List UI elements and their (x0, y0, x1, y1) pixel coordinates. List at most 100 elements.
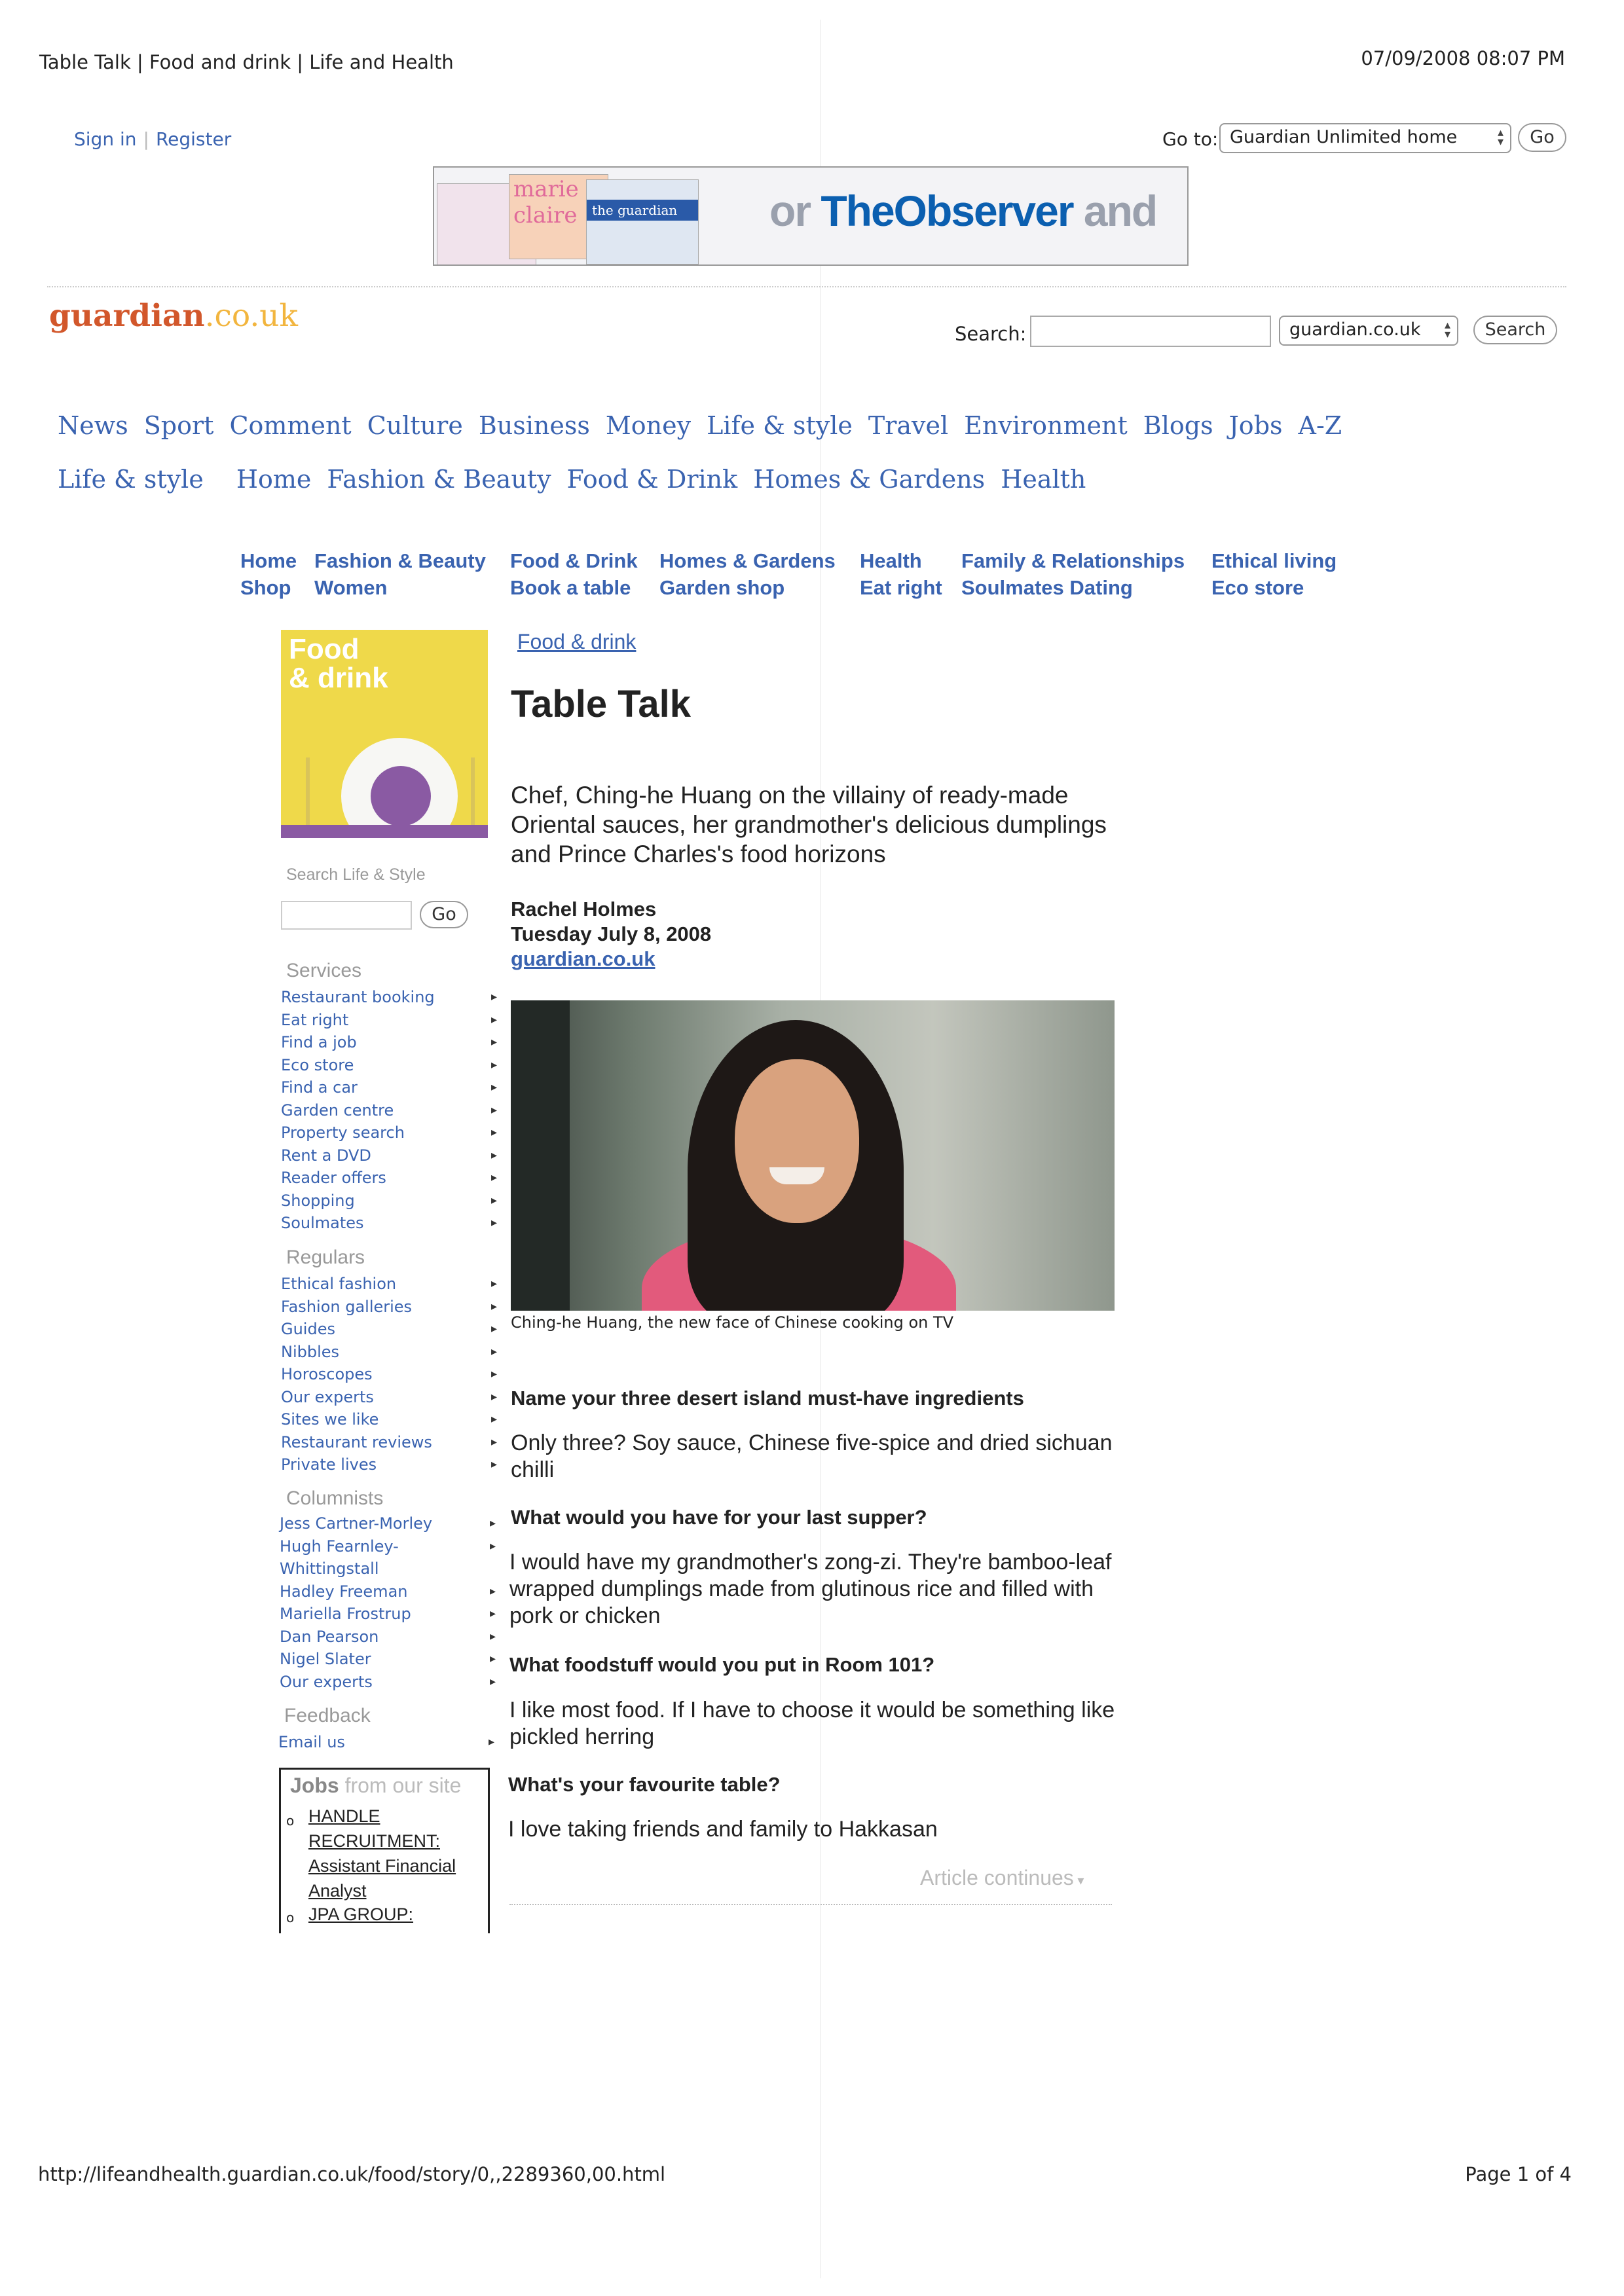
subnav-eco-store[interactable]: Eco store (1211, 574, 1337, 601)
goto-select[interactable]: Guardian Unlimited home ▴ ▾ (1219, 123, 1511, 153)
goto-go-button[interactable]: Go (1518, 123, 1566, 152)
nav-sport[interactable]: Sport (144, 411, 214, 440)
food-drink-section-image[interactable]: Food & drink (281, 630, 488, 838)
link-label: Dan Pearson (280, 1627, 379, 1646)
list-item[interactable]: Find a car ▸ (281, 1076, 497, 1099)
list-item[interactable]: Sites we like ▸ (281, 1408, 497, 1431)
sign-in-link[interactable]: Sign in (74, 128, 137, 150)
subnav-fashion-beauty[interactable]: Fashion & Beauty (314, 547, 486, 574)
breadcrumb[interactable]: Food & drink (517, 630, 636, 654)
nav-a-z[interactable]: A-Z (1299, 411, 1342, 440)
section-nav-health[interactable]: Health (1001, 465, 1086, 494)
link-label: Rent a DVD (281, 1146, 371, 1165)
subnav-ethical-living[interactable]: Ethical living (1211, 547, 1337, 574)
account-links: Sign in | Register (74, 128, 231, 150)
list-item[interactable]: Our experts ▸ (281, 1386, 497, 1409)
subnav-soulmates-dating[interactable]: Soulmates Dating (961, 574, 1185, 601)
link-label: Sites we like (281, 1410, 379, 1429)
arrow-right-icon: ▸ (490, 1216, 497, 1230)
list-item[interactable]: Horoscopes ▸ (281, 1363, 497, 1386)
life-style-search-input[interactable] (281, 901, 412, 930)
section-nav-fashion-beauty[interactable]: Fashion & Beauty (327, 465, 551, 494)
list-item[interactable]: Hadley Freeman ▸ (280, 1580, 496, 1603)
link-label: Shopping (281, 1191, 355, 1210)
subnav-eat-right[interactable]: Eat right (860, 574, 942, 601)
list-item[interactable]: Dan Pearson ▸ (280, 1626, 496, 1649)
nav-life-style[interactable]: Life & style (707, 411, 853, 440)
list-item[interactable]: Restaurant booking ▸ (281, 986, 497, 1009)
list-item[interactable]: Private lives ▸ (281, 1453, 497, 1476)
arrow-right-icon: ▸ (489, 1674, 496, 1688)
section-nav-home[interactable]: Home (236, 465, 312, 494)
nav-travel[interactable]: Travel (868, 411, 948, 440)
search-button[interactable]: Search (1473, 316, 1557, 344)
guardian-logo[interactable]: guardian.co.uk (49, 298, 298, 334)
arrow-right-icon: ▸ (490, 1080, 497, 1094)
link-label: Guides (281, 1320, 335, 1338)
list-item[interactable]: Ethical fashion ▸ (281, 1273, 497, 1296)
subnav-health[interactable]: Health (860, 547, 942, 574)
nav-jobs[interactable]: Jobs (1229, 411, 1283, 440)
subnav-garden-shop[interactable]: Garden shop (659, 574, 836, 601)
list-item[interactable]: Nigel Slater ▸ (280, 1648, 496, 1671)
list-item[interactable]: Jess Cartner-Morley ▸ (280, 1512, 496, 1535)
nav-money[interactable]: Money (606, 411, 691, 440)
link-label: Nibbles (281, 1342, 340, 1361)
register-link[interactable]: Register (156, 128, 231, 150)
section-nav-food-drink[interactable]: Food & Drink (567, 465, 738, 494)
list-item[interactable]: Mariella Frostrup ▸ (280, 1603, 496, 1626)
advert-banner[interactable]: marie claire the guardian or TheObserver… (433, 166, 1189, 266)
search-input[interactable] (1030, 316, 1271, 347)
subnav-homes-gardens[interactable]: Homes & Gardens (659, 547, 836, 574)
subnav-family-relationships[interactable]: Family & Relationships (961, 547, 1185, 574)
nav-news[interactable]: News (58, 411, 128, 440)
list-item[interactable]: Eat right ▸ (281, 1009, 497, 1032)
subnav-shop[interactable]: Shop (240, 574, 297, 601)
link-label: Private lives (281, 1455, 377, 1474)
life-style-search-go-button[interactable]: Go (420, 901, 468, 928)
print-url: http://lifeandhealth.guardian.co.uk/food… (38, 2163, 666, 2185)
section-title[interactable]: Life & style (58, 465, 204, 494)
photo-caption: Ching-he Huang, the new face of Chinese … (511, 1313, 954, 1332)
list-item[interactable]: Shopping ▸ (281, 1190, 497, 1212)
nav-environment[interactable]: Environment (964, 411, 1128, 440)
arrow-right-icon: ▸ (489, 1516, 496, 1530)
list-item[interactable]: Guides ▸ (281, 1318, 497, 1341)
nav-business[interactable]: Business (479, 411, 590, 440)
source-link[interactable]: guardian.co.uk (511, 947, 711, 972)
subnav-book-a-table[interactable]: Book a table (510, 574, 638, 601)
arrow-right-icon: ▸ (488, 1735, 494, 1749)
arrow-right-icon: ▸ (490, 1322, 497, 1336)
list-item[interactable]: Garden centre ▸ (281, 1099, 497, 1122)
standfirst: Chef, Ching-he Huang on the villainy of … (511, 782, 1107, 867)
list-item[interactable]: Find a job ▸ (281, 1031, 497, 1054)
list-item[interactable]: Eco store ▸ (281, 1054, 497, 1077)
list-item[interactable]: Reader offers ▸ (281, 1167, 497, 1190)
section-nav-homes-gardens[interactable]: Homes & Gardens (753, 465, 985, 494)
list-item[interactable]: Property search ▸ (281, 1121, 497, 1144)
list-item[interactable]: Rent a DVD ▸ (281, 1144, 497, 1167)
list-item[interactable]: Restaurant reviews ▸ (281, 1431, 497, 1454)
list-item[interactable]: Soulmates ▸ (281, 1212, 497, 1235)
subnav-home[interactable]: Home (240, 547, 297, 574)
subnav-col-5: Health Eat right (860, 547, 942, 601)
link-label: Email us (278, 1733, 345, 1751)
subnav-food-drink[interactable]: Food & Drink (510, 547, 638, 574)
subnav-col-1: Home Shop (240, 547, 297, 601)
feedback-heading: Feedback (284, 1705, 371, 1726)
search-scope-select[interactable]: guardian.co.uk ▴ ▾ (1279, 316, 1458, 346)
job-link[interactable]: HANDLE RECRUITMENT: Assistant Financial … (308, 1804, 485, 1903)
job-link[interactable]: JPA GROUP: (308, 1902, 485, 1927)
list-item[interactable]: Our experts ▸ (280, 1671, 496, 1694)
goto-selected-value: Guardian Unlimited home (1230, 127, 1458, 147)
link-label: Nigel Slater (280, 1650, 371, 1668)
email-us-link[interactable]: Email us ▸ (278, 1731, 494, 1754)
list-item[interactable]: Whittingstall (280, 1558, 496, 1580)
nav-blogs[interactable]: Blogs (1143, 411, 1213, 440)
list-item[interactable]: Hugh Fearnley- ▸ (280, 1535, 496, 1558)
nav-culture[interactable]: Culture (367, 411, 463, 440)
subnav-women[interactable]: Women (314, 574, 486, 601)
list-item[interactable]: Fashion galleries ▸ (281, 1296, 497, 1319)
nav-comment[interactable]: Comment (229, 411, 351, 440)
list-item[interactable]: Nibbles ▸ (281, 1341, 497, 1364)
